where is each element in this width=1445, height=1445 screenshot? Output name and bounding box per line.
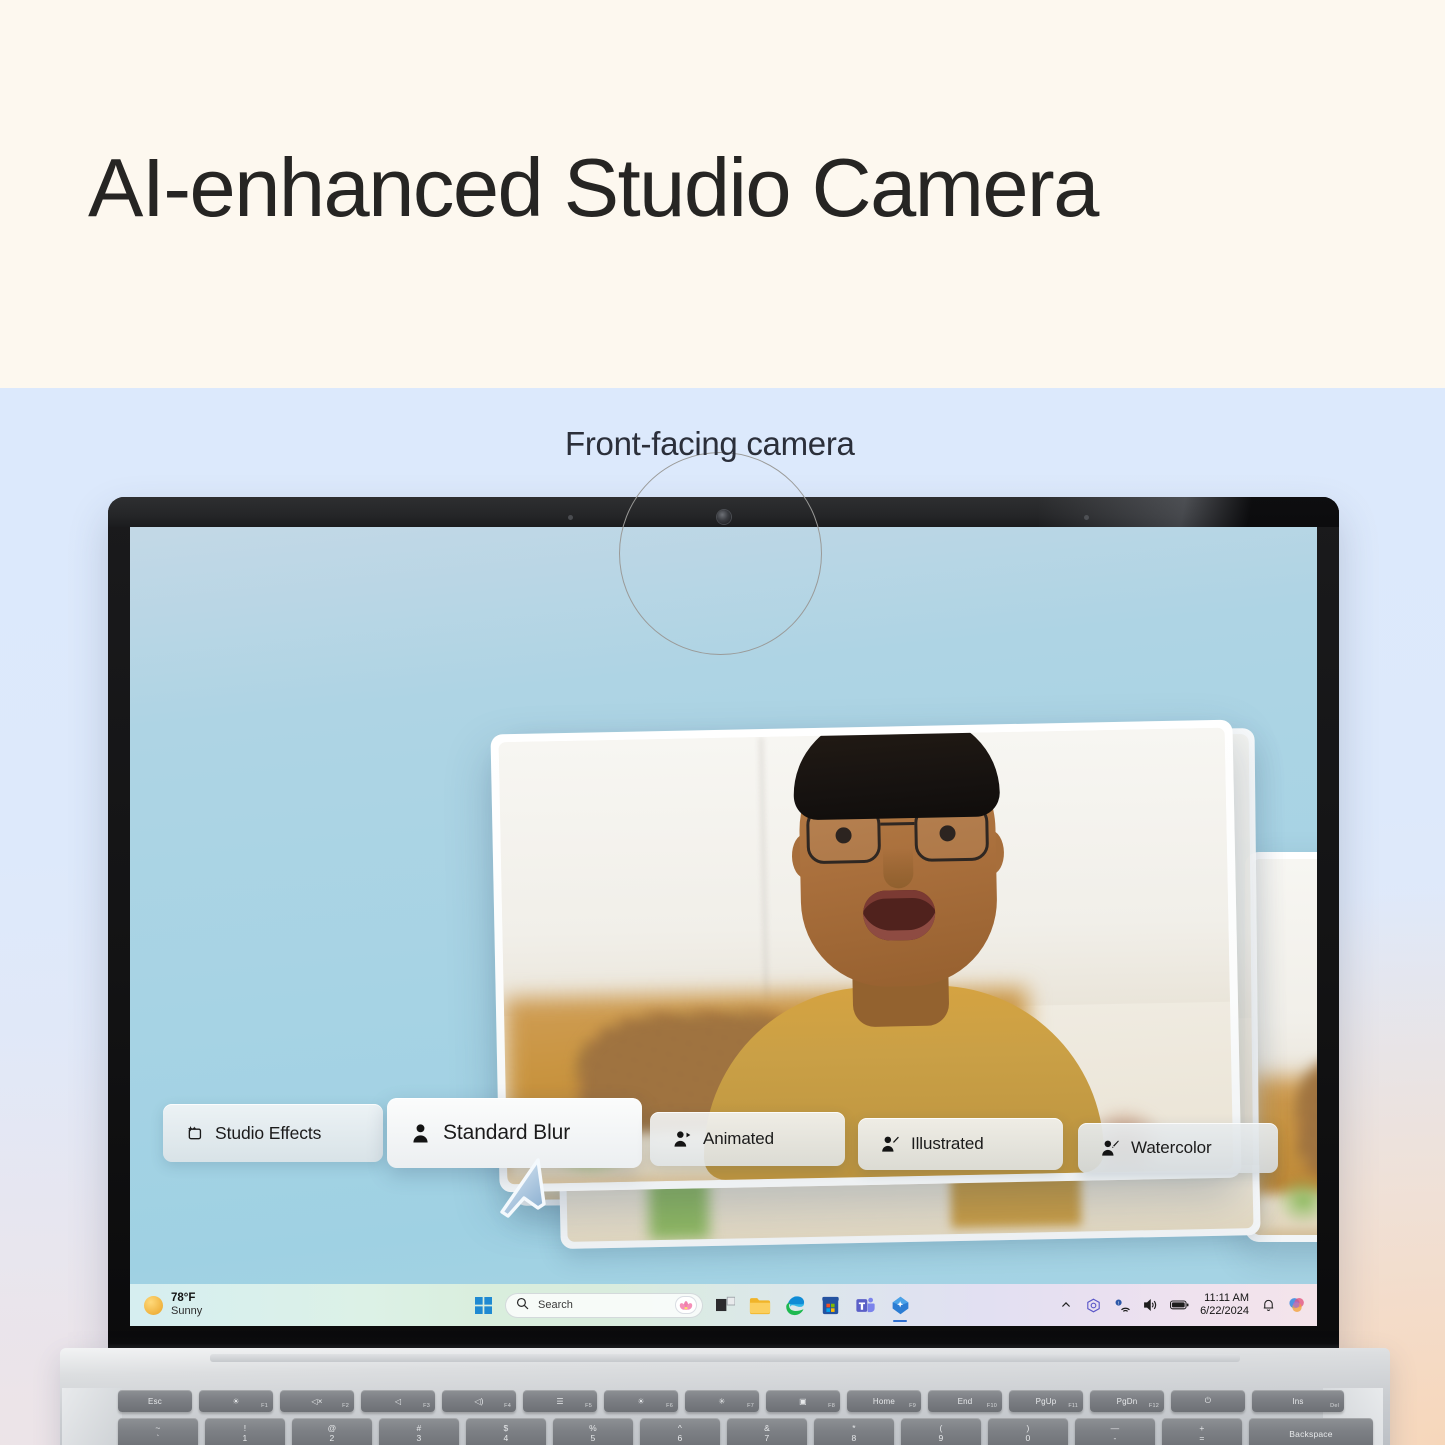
key-[interactable]: ⏻: [1171, 1390, 1245, 1412]
copilot-icon[interactable]: [887, 1292, 913, 1322]
key-8[interactable]: * 8: [814, 1418, 894, 1445]
key-home[interactable]: Home F9: [847, 1390, 921, 1412]
key-6[interactable]: ^ 6: [640, 1418, 720, 1445]
key-7[interactable]: & 7: [727, 1418, 807, 1445]
studio-effects-toolbar: Studio Effects Standard Blur Animated Il…: [130, 1096, 1317, 1218]
bell-icon[interactable]: [1260, 1297, 1276, 1313]
clock-date: 6/22/2024: [1200, 1305, 1249, 1317]
page-title: AI-enhanced Studio Camera: [88, 141, 1099, 234]
key-2[interactable]: @2: [292, 1418, 372, 1445]
sparkle-frame-icon: [185, 1124, 204, 1143]
key-sym[interactable]: + =: [1162, 1418, 1242, 1445]
chevron-up-icon[interactable]: [1058, 1297, 1074, 1313]
key-5[interactable]: % 5: [553, 1418, 633, 1445]
wifi-icon[interactable]: !: [1113, 1297, 1131, 1313]
effect-button-studio-effects[interactable]: Studio Effects: [163, 1104, 383, 1162]
key-[interactable]: ✳ F7: [685, 1390, 759, 1412]
key-3[interactable]: #3: [379, 1418, 459, 1445]
weather-condition: Sunny: [171, 1305, 203, 1318]
key-[interactable]: ▣ F8: [766, 1390, 840, 1412]
key-4[interactable]: $4: [466, 1418, 546, 1445]
key-[interactable]: ☀ F1: [199, 1390, 273, 1412]
volume-icon[interactable]: [1142, 1297, 1158, 1313]
file-explorer-icon[interactable]: [747, 1292, 773, 1318]
copilot-tray-icon[interactable]: [1287, 1296, 1306, 1315]
effect-label: Studio Effects: [215, 1122, 322, 1143]
search-placeholder: Search: [538, 1299, 573, 1311]
key-pgdn[interactable]: PgDn F12: [1090, 1390, 1164, 1412]
key-pgup[interactable]: PgUp F11: [1009, 1390, 1083, 1412]
task-view-icon[interactable]: [712, 1292, 738, 1318]
svg-text:!: !: [1117, 1300, 1118, 1306]
windows-taskbar: 78°F Sunny Search ! 11:11 AM 6/22/2024: [130, 1284, 1317, 1326]
key-sym[interactable]: — -: [1075, 1418, 1155, 1445]
key-0[interactable]: ) 0: [988, 1418, 1068, 1445]
windows-start-icon[interactable]: [470, 1292, 496, 1318]
weather-temperature: 78°F: [171, 1291, 196, 1304]
key-esc[interactable]: Esc: [118, 1390, 192, 1412]
effect-label: Illustrated: [911, 1134, 984, 1153]
teams-icon[interactable]: [852, 1292, 878, 1318]
effect-button-watercolor[interactable]: Watercolor: [1078, 1123, 1278, 1173]
taskbar-weather-widget[interactable]: 78°F Sunny: [130, 1292, 460, 1319]
person-brush-icon: [1100, 1138, 1120, 1158]
laptop-keyboard: Esc ☀ F1 ◁× F2 ◁ F3 ◁) F4 ☰ F5 ☀ F6 ✳ F7 ▣ F8 Home F9 End F1…: [118, 1390, 1373, 1445]
taskbar-system-tray: ! 11:11 AM 6/22/2024: [1058, 1292, 1317, 1318]
person-blur-icon: [409, 1122, 432, 1145]
keyboard-number-row: ~ ` ! 1 @2 #3 $4 % 5 ^ 6 & 7 * 8 (9 ) 0 — - + = Backspace: [118, 1418, 1373, 1445]
laptop-device: Studio Effects Standard Blur Animated Il…: [0, 388, 1445, 1445]
key-9[interactable]: (9: [901, 1418, 981, 1445]
taskbar-clock[interactable]: 11:11 AM 6/22/2024: [1200, 1292, 1249, 1318]
battery-icon[interactable]: [1169, 1298, 1189, 1312]
effect-label: Watercolor: [1131, 1138, 1212, 1157]
effect-button-animated[interactable]: Animated: [650, 1112, 845, 1166]
effect-label: Standard Blur: [443, 1121, 571, 1144]
key-[interactable]: ◁) F4: [442, 1390, 516, 1412]
callout-label: Front-facing camera: [565, 425, 855, 462]
lotus-icon[interactable]: [675, 1296, 697, 1314]
person-pen-icon: [880, 1134, 900, 1154]
person-play-icon: [672, 1129, 692, 1149]
meet-now-icon[interactable]: [1085, 1297, 1102, 1314]
key-backspace[interactable]: Backspace: [1249, 1418, 1373, 1445]
edge-icon[interactable]: [782, 1292, 808, 1318]
sun-icon: [144, 1295, 163, 1315]
taskbar-center-group: Search: [470, 1292, 1058, 1322]
key-[interactable]: ☀ F6: [604, 1390, 678, 1412]
laptop-hinge: [210, 1354, 1240, 1362]
palmrest-left: [62, 1388, 122, 1445]
key-sym[interactable]: ~ `: [118, 1418, 198, 1445]
clock-time: 11:11 AM: [1204, 1292, 1249, 1305]
hero-band: AI-enhanced Studio Camera: [0, 0, 1445, 388]
key-[interactable]: ◁× F2: [280, 1390, 354, 1412]
effect-button-illustrated[interactable]: Illustrated: [858, 1118, 1063, 1170]
sensor-dot-left-icon: [568, 515, 573, 520]
key-ins[interactable]: Ins Del: [1252, 1390, 1344, 1412]
keyboard-function-row: Esc ☀ F1 ◁× F2 ◁ F3 ◁) F4 ☰ F5 ☀ F6 ✳ F7 ▣ F8 Home F9 End F1…: [118, 1390, 1344, 1412]
glass-pointer-cursor-icon: [488, 1158, 560, 1220]
front-camera-icon: [716, 510, 731, 524]
bezel-glare: [1039, 497, 1339, 527]
screen-bezel-top: [108, 497, 1339, 527]
effect-label: Animated: [703, 1129, 775, 1148]
search-icon: [516, 1297, 529, 1313]
taskbar-search-box[interactable]: Search: [505, 1292, 703, 1318]
store-icon[interactable]: [817, 1292, 843, 1318]
key-[interactable]: ◁ F3: [361, 1390, 435, 1412]
key-end[interactable]: End F10: [928, 1390, 1002, 1412]
laptop-screen: Studio Effects Standard Blur Animated Il…: [130, 527, 1317, 1326]
laptop-lid: Studio Effects Standard Blur Animated Il…: [105, 494, 1342, 1352]
key-[interactable]: ☰ F5: [523, 1390, 597, 1412]
key-1[interactable]: ! 1: [205, 1418, 285, 1445]
